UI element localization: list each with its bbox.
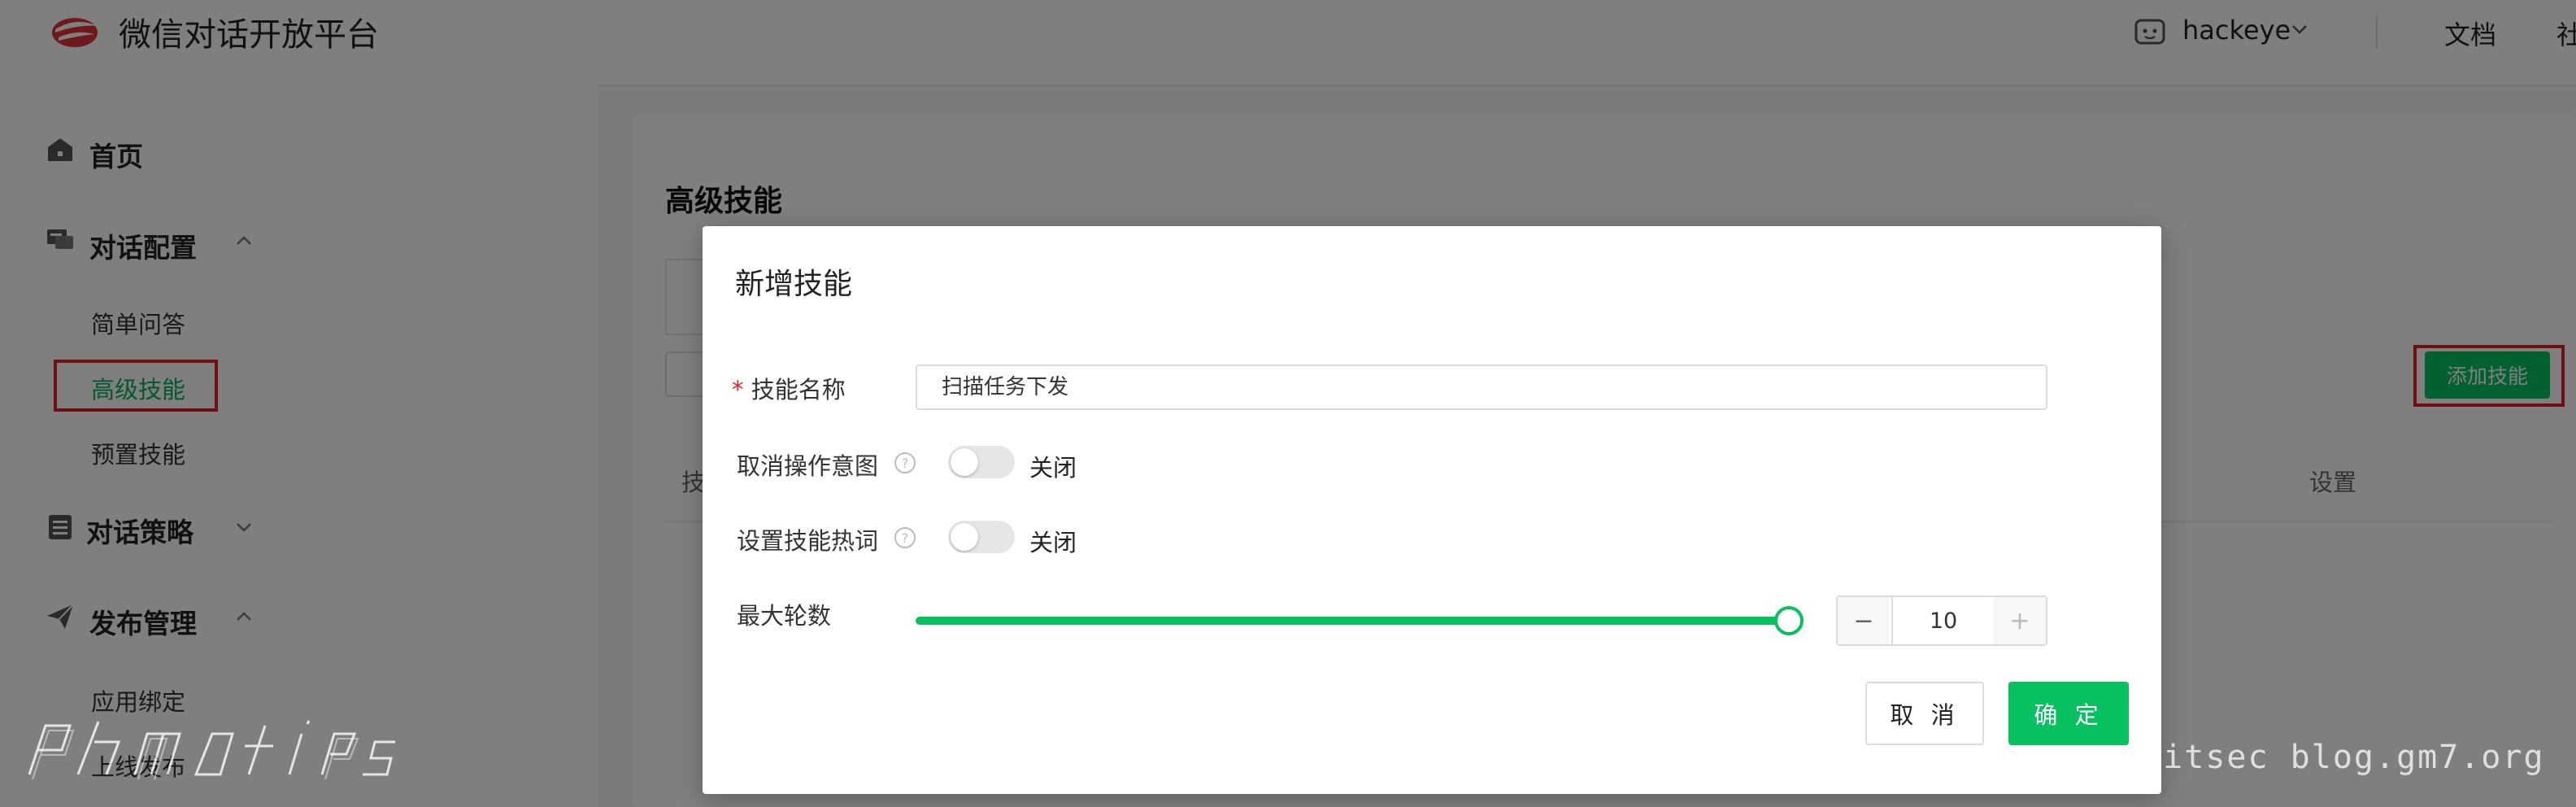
max-rounds-value[interactable]: 10 (1891, 597, 1995, 644)
increment-button[interactable]: + (1994, 597, 2046, 644)
slider-fill (916, 617, 1789, 625)
cancel-intent-toggle[interactable] (948, 446, 1015, 478)
help-icon[interactable]: ? (893, 451, 917, 475)
hotword-toggle[interactable] (948, 521, 1015, 553)
slider-handle[interactable] (1774, 606, 1804, 635)
decrement-button[interactable]: − (1838, 597, 1890, 644)
required-mark: * (732, 376, 744, 404)
help-icon[interactable]: ? (893, 526, 917, 550)
svg-text:?: ? (902, 530, 909, 546)
svg-text:?: ? (902, 456, 909, 471)
cancel-intent-label: 取消操作意图 (737, 452, 879, 480)
hotword-label: 设置技能热词 (737, 527, 879, 555)
max-rounds-stepper: − 10 + (1836, 595, 2047, 646)
skill-name-label-text: 技能名称 (751, 376, 846, 404)
watermark-logo-icon (28, 720, 395, 780)
skill-name-input[interactable]: 扫描任务下发 (916, 364, 2047, 410)
toggle-knob (951, 523, 978, 551)
dialog-title: 新增技能 (735, 268, 853, 301)
cancel-intent-status: 关闭 (1029, 454, 1077, 482)
confirm-button[interactable]: 确 定 (2008, 682, 2129, 745)
max-rounds-label: 最大轮数 (737, 602, 832, 630)
toggle-knob (951, 448, 978, 476)
hotword-status: 关闭 (1029, 529, 1077, 556)
watermark-text: initsec blog.gm7.org (2121, 739, 2545, 776)
skill-name-label: * 技能名称 (732, 371, 846, 405)
cancel-button[interactable]: 取 消 (1865, 682, 1984, 745)
